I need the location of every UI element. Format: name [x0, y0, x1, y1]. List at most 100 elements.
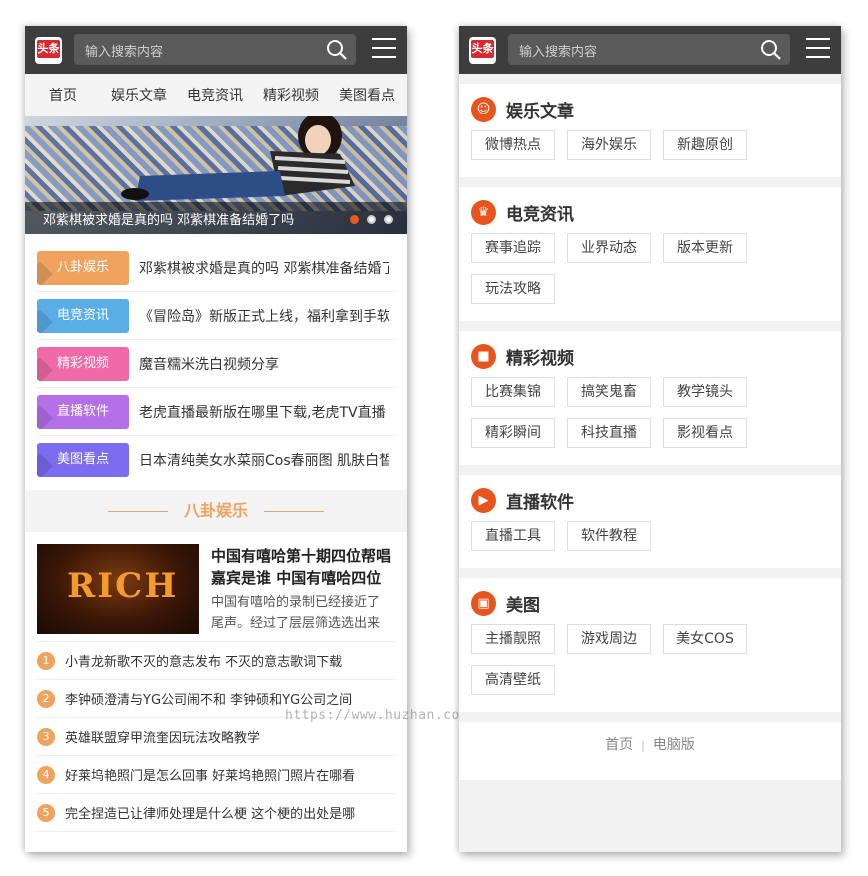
category-headline[interactable]: 《冒险岛》新版正式上线，福利拿到手软: [139, 306, 389, 326]
play-icon: ▶: [471, 487, 496, 513]
category-headline[interactable]: 日本清纯美女水菜丽Cos春丽图 肌肤白皙: [139, 450, 389, 470]
subcategory-chip[interactable]: 版本更新: [663, 233, 747, 263]
featured-title[interactable]: 中国有嘻哈第十期四位帮唱嘉宾是谁 中国有嘻哈四位帮唱嘉宾: [211, 545, 391, 589]
footer-pc-link[interactable]: 电脑版: [653, 737, 695, 753]
mobile-category-screen: 头条 输入搜索内容 ☺ 娱乐文章 微博热点 海外娱乐 新趣原创 ♛ 电竞资讯 赛事追…: [459, 26, 841, 852]
subcategory-chip[interactable]: 高清壁纸: [471, 665, 555, 695]
top-bar: 头条 输入搜索内容: [459, 26, 841, 74]
site-logo[interactable]: 头条: [35, 37, 62, 64]
list-item[interactable]: 3 英雄联盟穿甲流奎因玩法攻略教学: [37, 718, 395, 756]
list-item[interactable]: 1 小青龙新歌不灭的意志发布 不灭的意志歌词下载: [37, 642, 395, 680]
subcategory-chip[interactable]: 微博热点: [471, 130, 555, 160]
image-icon: ▣: [471, 590, 496, 616]
list-item-title[interactable]: 英雄联盟穿甲流奎因玩法攻略教学: [65, 727, 390, 746]
list-item-title[interactable]: 完全捏造已让律师处理是什么梗 这个梗的出处是哪: [65, 803, 390, 822]
category-tag[interactable]: 美图看点: [37, 443, 129, 477]
featured-article[interactable]: RICH 中国有嘻哈第十期四位帮唱嘉宾是谁 中国有嘻哈四位帮唱嘉宾 中国有嘻哈的…: [37, 544, 395, 642]
subcategory-chip[interactable]: 直播工具: [471, 521, 555, 551]
category-tag[interactable]: 八卦娱乐: [37, 250, 129, 285]
section-title-text: 八卦娱乐: [183, 501, 248, 520]
nav-item-home[interactable]: 首页: [25, 85, 101, 105]
search-placeholder: 输入搜索内容: [85, 45, 164, 60]
category-row[interactable]: 直播软件 老虎直播最新版在哪里下载,老虎TV直播: [37, 388, 395, 436]
block-title[interactable]: 直播软件: [506, 488, 574, 513]
subcategory-chip[interactable]: 业界动态: [567, 233, 651, 263]
block-title[interactable]: 娱乐文章: [506, 97, 574, 122]
category-row[interactable]: 美图看点 日本清纯美女水菜丽Cos春丽图 肌肤白皙: [37, 436, 395, 484]
rank-badge: 2: [37, 689, 55, 708]
category-list: 八卦娱乐 邓紫棋被求婚是真的吗 邓紫棋准备结婚了吗 电竞资讯 《冒险岛》新版正式…: [25, 234, 407, 484]
subcategory-chip[interactable]: 新趣原创: [663, 130, 747, 160]
subcategory-chip[interactable]: 美女COS: [663, 624, 747, 654]
subcategory-chip[interactable]: 科技直播: [567, 418, 651, 448]
block-title[interactable]: 精彩视频: [506, 344, 574, 369]
rank-badge: 3: [37, 727, 55, 746]
list-item-title[interactable]: 好莱坞艳照门是怎么回事 好莱坞艳照门照片在哪看: [65, 765, 390, 784]
subcategory-chip[interactable]: 软件教程: [567, 521, 651, 551]
search-input[interactable]: 输入搜索内容: [508, 34, 790, 65]
rank-badge: 4: [37, 765, 55, 784]
banner-carousel[interactable]: 邓紫棋被求婚是真的吗 邓紫棋准备结婚了吗: [25, 116, 407, 234]
subcategory-chip[interactable]: 游戏周边: [567, 624, 651, 654]
footer-divider: |: [641, 739, 645, 752]
search-placeholder: 输入搜索内容: [519, 45, 598, 60]
featured-description: 中国有嘻哈的录制已经接近了尾声。经过了层层筛选选出来的: [211, 595, 381, 631]
category-tag[interactable]: 直播软件: [37, 394, 129, 429]
category-headline[interactable]: 魔音糯米洗白视频分享: [139, 354, 389, 374]
subcategory-chip[interactable]: 玩法攻略: [471, 274, 555, 304]
category-block-live: ▶ 直播软件 直播工具 软件教程: [459, 475, 841, 568]
logo-text: 头条: [471, 40, 494, 58]
trophy-icon: ♛: [471, 199, 496, 225]
video-camera-icon: ■: [471, 343, 496, 369]
category-tag[interactable]: 电竞资讯: [37, 298, 129, 333]
category-row[interactable]: 电竞资讯 《冒险岛》新版正式上线，福利拿到手软: [37, 292, 395, 340]
nav-item-entertainment[interactable]: 娱乐文章: [101, 85, 177, 105]
subcategory-chip[interactable]: 精彩瞬间: [471, 418, 555, 448]
site-logo[interactable]: 头条: [469, 37, 496, 64]
block-title[interactable]: 电竞资讯: [506, 200, 574, 225]
subcategory-chip[interactable]: 比赛集锦: [471, 377, 555, 407]
logo-text: 头条: [37, 40, 60, 58]
section-title: 八卦娱乐: [25, 490, 407, 532]
footer: 首页 | 电脑版: [459, 722, 841, 780]
nav-item-pictures[interactable]: 美图看点: [329, 85, 405, 105]
footer-home-link[interactable]: 首页: [605, 737, 633, 753]
search-icon[interactable]: [326, 39, 348, 61]
search-icon[interactable]: [760, 39, 782, 61]
thumbnail-text: RICH: [67, 566, 179, 606]
subcategory-chip[interactable]: 搞笑鬼畜: [567, 377, 651, 407]
main-nav: 首页 娱乐文章 电竞资讯 精彩视频 美图看点: [25, 74, 407, 116]
subcategory-chip[interactable]: 教学镜头: [663, 377, 747, 407]
featured-thumbnail[interactable]: RICH: [37, 544, 199, 634]
banner-caption[interactable]: 邓紫棋被求婚是真的吗 邓紫棋准备结婚了吗: [43, 209, 294, 228]
category-tag[interactable]: 精彩视频: [37, 346, 129, 381]
subcategory-chip[interactable]: 赛事追踪: [471, 233, 555, 263]
category-row[interactable]: 精彩视频 魔音糯米洗白视频分享: [37, 340, 395, 388]
nav-item-videos[interactable]: 精彩视频: [253, 85, 329, 105]
nav-item-esports[interactable]: 电竞资讯: [177, 85, 253, 105]
ranked-list: 1 小青龙新歌不灭的意志发布 不灭的意志歌词下载 2 李钟硕澄清与YG公司闹不和 李…: [25, 642, 407, 832]
category-row[interactable]: 八卦娱乐 邓紫棋被求婚是真的吗 邓紫棋准备结婚了吗: [37, 244, 395, 292]
category-block-entertainment: ☺ 娱乐文章 微博热点 海外娱乐 新趣原创: [459, 84, 841, 177]
category-headline[interactable]: 老虎直播最新版在哪里下载,老虎TV直播: [139, 402, 389, 422]
subcategory-chip[interactable]: 影视看点: [663, 418, 747, 448]
search-input[interactable]: 输入搜索内容: [74, 34, 356, 65]
category-block-pictures: ▣ 美图 主播靓照 游戏周边 美女COS 高清壁纸: [459, 578, 841, 712]
category-headline[interactable]: 邓紫棋被求婚是真的吗 邓紫棋准备结婚了吗: [139, 258, 389, 278]
list-item-title[interactable]: 李钟硕澄清与YG公司闹不和 李钟硕和YG公司之间: [65, 689, 390, 708]
people-icon: ☺: [471, 96, 496, 122]
mobile-home-screen: 头条 输入搜索内容 首页 娱乐文章 电竞资讯 精彩视频 美图看点 邓紫棋被求婚是…: [25, 26, 407, 852]
subcategory-chip[interactable]: 海外娱乐: [567, 130, 651, 160]
block-title[interactable]: 美图: [506, 591, 540, 616]
menu-icon[interactable]: [372, 38, 396, 60]
banner-image: [121, 116, 355, 201]
subcategory-chip[interactable]: 主播靓照: [471, 624, 555, 654]
top-bar: 头条 输入搜索内容: [25, 26, 407, 74]
list-item[interactable]: 5 完全捏造已让律师处理是什么梗 这个梗的出处是哪: [37, 794, 395, 832]
menu-icon[interactable]: [806, 38, 830, 60]
category-block-esports: ♛ 电竞资讯 赛事追踪 业界动态 版本更新 玩法攻略: [459, 187, 841, 321]
list-item-title[interactable]: 小青龙新歌不灭的意志发布 不灭的意志歌词下载: [65, 651, 390, 670]
category-block-videos: ■ 精彩视频 比赛集锦 搞笑鬼畜 教学镜头 精彩瞬间 科技直播 影视看点: [459, 331, 841, 465]
carousel-dots[interactable]: [350, 215, 393, 224]
list-item[interactable]: 4 好莱坞艳照门是怎么回事 好莱坞艳照门照片在哪看: [37, 756, 395, 794]
